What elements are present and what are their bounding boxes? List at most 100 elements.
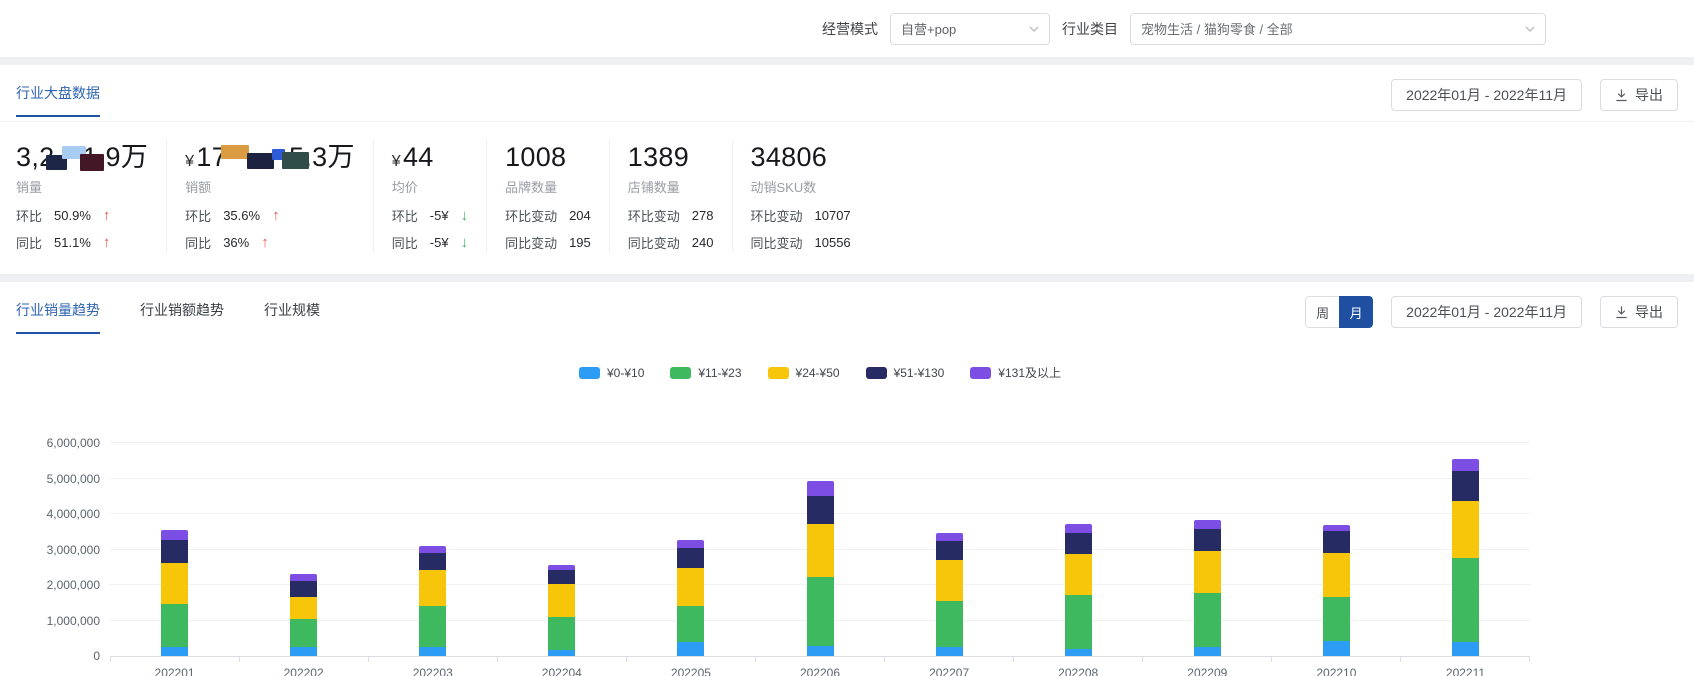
tab-industry-overview[interactable]: 行业大盘数据 [16, 83, 100, 117]
bar-segment [1323, 531, 1350, 553]
kpi-value: 3,21.9万 [16, 140, 148, 174]
trend-tab-1[interactable]: 行业销量趋势 [16, 300, 100, 334]
bar-segment [1194, 647, 1221, 656]
x-axis-label: 202210 [1272, 666, 1401, 676]
stacked-bar [677, 540, 704, 656]
kpi-comparison-row: 同比-5¥↓ [392, 233, 468, 252]
kpi-card-4: 1008品牌数量环比变动204同比变动195 [487, 140, 610, 252]
period-month-button[interactable]: 月 [1339, 296, 1373, 328]
axis-tick [885, 657, 1014, 662]
bar-segment [290, 647, 317, 656]
legend-item[interactable]: ¥0-¥10 [579, 364, 644, 381]
kpi-comparison-row: 同比36%↑ [185, 233, 355, 252]
period-week-button[interactable]: 周 [1305, 296, 1339, 328]
kpi-comparison-row: 环比-5¥↓ [392, 206, 468, 225]
trend-tabs: 行业销量趋势 行业销额趋势 行业规模 [16, 300, 320, 334]
kpi-comparison-row: 环比50.9%↑ [16, 206, 148, 225]
axis-tick [1272, 657, 1401, 662]
stacked-bar [290, 574, 317, 656]
bar-segment [677, 540, 704, 549]
y-axis-label: 2,000,000 [47, 578, 100, 592]
legend-label: ¥24-¥50 [796, 366, 840, 380]
y-axis-label: 0 [93, 649, 100, 663]
bar-column-202207[interactable] [885, 444, 1014, 656]
trend-tab-2[interactable]: 行业销额趋势 [140, 300, 224, 334]
period-toggle: 周 月 [1305, 296, 1373, 328]
x-axis-label: 202209 [1143, 666, 1272, 676]
bar-column-202208[interactable] [1014, 444, 1143, 656]
trend-export-button[interactable]: 导出 [1600, 296, 1678, 328]
bar-column-202211[interactable] [1401, 444, 1530, 656]
bar-segment [1194, 520, 1221, 529]
category-select-value: 宠物生活 / 猫狗零食 / 全部 [1141, 19, 1293, 38]
kpi-comparison-row: 环比35.6%↑ [185, 206, 355, 225]
category-select[interactable]: 宠物生活 / 猫狗零食 / 全部 [1130, 13, 1546, 45]
axis-tick [1143, 657, 1272, 662]
legend-item[interactable]: ¥51-¥130 [866, 364, 945, 381]
redaction-block [282, 152, 309, 169]
y-axis-label: 1,000,000 [47, 614, 100, 628]
axis-tick [369, 657, 498, 662]
bar-segment [548, 617, 575, 650]
x-axis-label: 202202 [239, 666, 368, 676]
arrow-up-icon: ↑ [261, 235, 269, 250]
download-icon [1615, 89, 1628, 102]
kpi-value: 1008 [505, 140, 591, 174]
x-axis-label: 202205 [626, 666, 755, 676]
bar-segment [1452, 558, 1479, 642]
kpi-comparison-row: 同比变动195 [505, 233, 591, 252]
bar-segment [807, 496, 834, 524]
redaction-block [221, 145, 249, 159]
bar-segment [1323, 597, 1350, 641]
trend-tab-3[interactable]: 行业规模 [264, 300, 320, 334]
legend-item[interactable]: ¥24-¥50 [768, 364, 840, 381]
kpi-comparison-row: 环比变动204 [505, 206, 591, 225]
kpi-label: 销量 [16, 177, 148, 196]
kpi-comparison-row: 同比变动240 [628, 233, 714, 252]
bar-column-202202[interactable] [239, 444, 368, 656]
bar-column-202204[interactable] [497, 444, 626, 656]
legend-swatch [768, 367, 789, 379]
kpi-label: 均价 [392, 177, 468, 196]
filter-bar: 经营模式 自营+pop 行业类目 宠物生活 / 猫狗零食 / 全部 [0, 0, 1694, 57]
bar-column-202205[interactable] [626, 444, 755, 656]
legend-item[interactable]: ¥11-¥23 [670, 364, 741, 381]
bar-segment [548, 570, 575, 585]
bar-segment [290, 574, 317, 582]
bar-segment [807, 577, 834, 646]
legend-swatch [970, 367, 991, 379]
stacked-bar [807, 481, 834, 656]
x-axis-label: 202211 [1401, 666, 1530, 676]
legend-label: ¥0-¥10 [607, 366, 644, 380]
arrow-down-icon: ↓ [461, 208, 469, 223]
bar-segment [936, 560, 963, 600]
redaction-block [247, 153, 274, 169]
bar-segment [1065, 524, 1092, 533]
bar-segment [1452, 459, 1479, 471]
legend-swatch [866, 367, 887, 379]
legend-item[interactable]: ¥131及以上 [970, 364, 1061, 381]
bar-segment [161, 604, 188, 647]
x-axis-label: 202203 [368, 666, 497, 676]
bar-column-202201[interactable] [110, 444, 239, 656]
bar-segment [1323, 641, 1350, 656]
axis-tick [240, 657, 369, 662]
bar-column-202210[interactable] [1272, 444, 1401, 656]
bar-column-202206[interactable] [755, 444, 884, 656]
kpi-card-2: ¥175.3万销额环比35.6%↑同比36%↑ [167, 140, 374, 252]
trend-date-range-picker[interactable]: 2022年01月 - 2022年11月 [1391, 296, 1582, 328]
overview-date-range-picker[interactable]: 2022年01月 - 2022年11月 [1391, 79, 1582, 111]
kpi-comparison-row: 同比51.1%↑ [16, 233, 148, 252]
industry-overview-panel: 行业大盘数据 2022年01月 - 2022年11月 导出 3,21.9万销量环… [0, 65, 1694, 274]
kpi-card-1: 3,21.9万销量环比50.9%↑ 同比51.1%↑ [16, 140, 167, 252]
bar-segment [1323, 525, 1350, 532]
overview-export-label: 导出 [1635, 85, 1663, 105]
overview-export-button[interactable]: 导出 [1600, 79, 1678, 111]
bar-column-202203[interactable] [368, 444, 497, 656]
bar-column-202209[interactable] [1143, 444, 1272, 656]
mode-select[interactable]: 自营+pop [890, 13, 1050, 45]
x-axis-label: 202204 [497, 666, 626, 676]
x-axis-label: 202208 [1014, 666, 1143, 676]
y-axis-label: 3,000,000 [47, 543, 100, 557]
y-axis-label: 4,000,000 [47, 507, 100, 521]
